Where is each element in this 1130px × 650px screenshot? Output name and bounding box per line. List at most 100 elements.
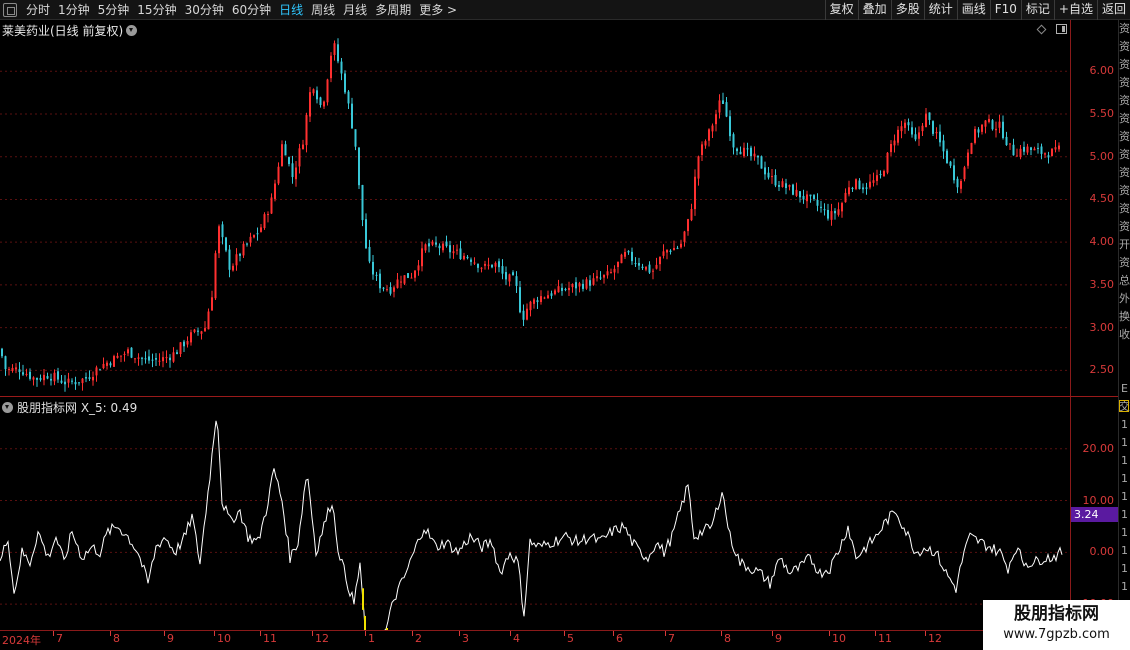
candle-body	[218, 226, 220, 254]
candle-body	[641, 266, 644, 269]
side-strip-char: 1	[1121, 580, 1128, 593]
candle-body	[750, 147, 752, 157]
candle-body	[358, 147, 360, 186]
candle-body	[43, 374, 45, 381]
candle-body	[39, 378, 42, 380]
candle-body	[946, 150, 948, 164]
candle-body	[414, 270, 416, 278]
candle-body	[256, 233, 259, 235]
candle-body	[18, 369, 21, 373]
candle-body	[463, 255, 465, 260]
candle-body	[1047, 155, 1050, 158]
candle-body	[697, 156, 700, 179]
candle-body	[799, 191, 801, 198]
candle-body	[242, 243, 245, 256]
candle-body	[722, 100, 724, 104]
candle-body	[169, 357, 171, 361]
candle-body	[655, 264, 658, 269]
candle-body	[911, 127, 913, 135]
candle-body	[540, 296, 542, 302]
candle-body	[379, 273, 381, 289]
date-tick-label: 9	[775, 632, 782, 645]
candle-body	[690, 209, 693, 221]
candle-body	[921, 125, 924, 132]
price-tick-label: 6.00	[1089, 64, 1115, 78]
candle-body	[1058, 145, 1060, 150]
candle-body	[778, 185, 780, 187]
candle-body	[704, 141, 707, 146]
candle-body	[1016, 155, 1018, 157]
candle-body	[1040, 146, 1043, 154]
candle-body	[78, 382, 80, 384]
side-strip-char: 1	[1121, 526, 1128, 539]
chart-canvas[interactable]	[0, 0, 1070, 630]
candle-body	[886, 152, 889, 173]
candle-body	[673, 248, 675, 251]
stock-title[interactable]: 莱美药业(日线 前复权)	[2, 22, 138, 39]
candle-body	[263, 214, 266, 229]
candle-body	[232, 265, 234, 271]
candle-body	[795, 189, 798, 196]
indicator-dropdown-icon[interactable]	[2, 402, 13, 413]
side-strip-char	[1119, 362, 1130, 380]
expand-icon[interactable]	[1119, 400, 1129, 412]
candle-body	[680, 243, 682, 248]
candle-body	[410, 277, 413, 279]
candle-body	[235, 254, 238, 266]
candle-body	[729, 116, 731, 137]
candle-body	[333, 43, 336, 55]
side-strip-char: 1	[1121, 544, 1128, 557]
indicator-tick-label: 0.00	[1089, 545, 1115, 559]
candle-body	[421, 248, 423, 267]
candle-body	[554, 290, 556, 295]
candle-body	[753, 153, 756, 157]
candle-body	[1044, 153, 1046, 155]
candle-body	[942, 140, 945, 152]
candle-body	[102, 363, 105, 369]
date-tick-label: 7	[56, 632, 63, 645]
candle-body	[368, 246, 371, 262]
panel-divider[interactable]	[0, 396, 1118, 397]
candle-body	[925, 113, 927, 128]
candle-body	[466, 256, 469, 259]
candle-body	[53, 372, 56, 382]
candle-body	[431, 241, 434, 245]
candle-body	[659, 256, 661, 265]
panel-toggle-icon[interactable]	[1056, 24, 1067, 34]
candle-body	[515, 276, 518, 286]
date-tick-label: 4	[513, 632, 520, 645]
side-strip-char: 收	[1119, 328, 1130, 341]
candle-body	[295, 167, 297, 180]
candle-body	[393, 287, 395, 292]
candle-body	[970, 142, 973, 154]
candle-body	[120, 355, 122, 357]
candle-body	[1012, 144, 1015, 156]
candle-body	[557, 286, 560, 293]
candle-body	[36, 378, 38, 380]
side-strip-char: 外	[1119, 292, 1130, 305]
side-strip-char: 1	[1121, 472, 1128, 485]
candle-body	[64, 381, 66, 385]
candle-body	[813, 195, 815, 199]
candle-body	[760, 156, 763, 169]
candle-body	[106, 362, 108, 366]
candle-body	[526, 308, 528, 320]
candle-body	[449, 245, 451, 253]
dropdown-icon[interactable]	[126, 25, 138, 36]
candle-body	[438, 245, 441, 249]
candle-body	[774, 175, 777, 186]
indicator-title[interactable]: 股朋指标网 X_5: 0.49	[2, 399, 137, 416]
candle-body	[211, 297, 213, 311]
candle-body	[344, 73, 346, 93]
candle-body	[522, 310, 525, 320]
candle-body	[512, 272, 514, 276]
candle-body	[158, 360, 161, 362]
candle-body	[631, 251, 633, 262]
candle-body	[676, 247, 679, 249]
tool-button[interactable]: 返回	[1096, 0, 1130, 20]
candle-body	[918, 132, 920, 139]
candle-body	[351, 103, 353, 129]
candle-body	[596, 276, 598, 279]
candle-body	[1033, 148, 1036, 151]
price-tick-label: 4.00	[1089, 235, 1115, 249]
